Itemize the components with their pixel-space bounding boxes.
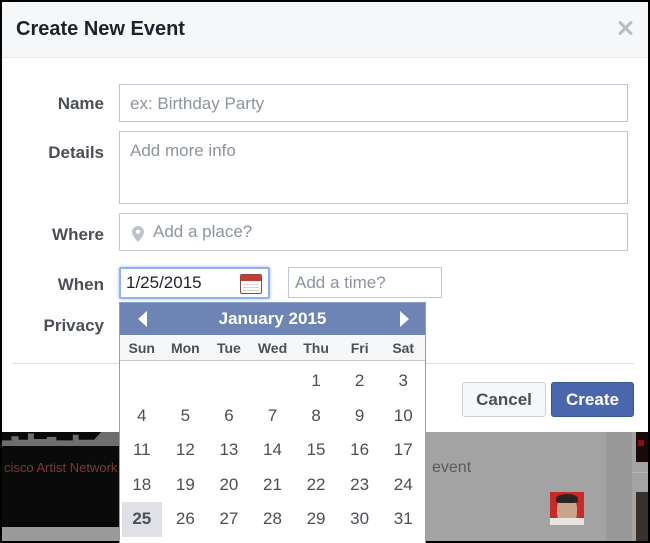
- calendar-days-grid: 1 2 3 4 5 6 7 8 9 10 11 12 13 14 15 16 17 18 19 20 21 22 23 24 2…: [120, 361, 425, 537]
- calendar-day[interactable]: 22: [296, 468, 336, 503]
- calendar-day[interactable]: 31: [383, 502, 423, 537]
- date-value: 1/25/2015: [126, 273, 202, 292]
- where-placeholder: Add a place?: [153, 222, 253, 241]
- calendar-day[interactable]: 6: [209, 399, 249, 434]
- calendar-day-selected[interactable]: 25: [122, 502, 162, 537]
- calendar-day[interactable]: 23: [340, 468, 380, 503]
- calendar-day[interactable]: 11: [122, 433, 162, 468]
- calendar-day[interactable]: 9: [340, 399, 380, 434]
- thumbnail-image: [636, 492, 648, 541]
- calendar-day[interactable]: 14: [253, 433, 293, 468]
- calendar-day[interactable]: 2: [340, 364, 380, 399]
- calendar-day[interactable]: 19: [166, 468, 206, 503]
- calendar-day[interactable]: 26: [166, 502, 206, 537]
- avatar: [550, 492, 584, 525]
- weekday-label: Sat: [392, 340, 415, 356]
- banner-text: cisco Artist Network: [4, 460, 118, 475]
- name-input[interactable]: ex: Birthday Party: [119, 84, 628, 122]
- calendar-day[interactable]: 30: [340, 502, 380, 537]
- time-placeholder: Add a time?: [295, 273, 386, 292]
- close-icon[interactable]: [616, 19, 634, 37]
- time-input[interactable]: Add a time?: [288, 267, 442, 298]
- when-label: When: [57, 275, 104, 294]
- calendar-empty-cell: [253, 364, 293, 399]
- name-placeholder: ex: Birthday Party: [130, 94, 265, 113]
- where-label: Where: [52, 225, 104, 244]
- calendar-day[interactable]: 18: [122, 468, 162, 503]
- calendar-day[interactable]: 8: [296, 399, 336, 434]
- group-banner-image: cisco Artist Network: [2, 432, 120, 527]
- weekday-label: Thu: [303, 340, 329, 356]
- where-input[interactable]: Add a place?: [119, 213, 628, 251]
- thumbnail-image: [636, 432, 648, 462]
- calendar-empty-cell: [166, 364, 206, 399]
- weekday-label: Tue: [216, 340, 241, 356]
- details-placeholder: Add more info: [130, 141, 236, 160]
- chevron-right-icon[interactable]: [400, 311, 409, 327]
- calendar-day[interactable]: 28: [253, 502, 293, 537]
- calendar-day[interactable]: 4: [122, 399, 162, 434]
- weekday-label: Wed: [257, 340, 288, 356]
- calendar-day[interactable]: 3: [383, 364, 423, 399]
- calendar-month-title: January 2015: [218, 309, 327, 328]
- details-textarea[interactable]: Add more info: [119, 131, 628, 204]
- calendar-day[interactable]: 16: [340, 433, 380, 468]
- weekday-header: Sun Mon Tue Wed Thu Fri Sat: [120, 335, 425, 361]
- cancel-button[interactable]: Cancel: [462, 382, 546, 417]
- dialog-title: Create New Event: [16, 18, 185, 40]
- map-pin-icon: [132, 226, 144, 242]
- weekday-label: Fri: [350, 340, 369, 356]
- date-picker: January 2015 Sun Mon Tue Wed Thu Fri Sat 12345…: [119, 302, 426, 543]
- calendar-day[interactable]: 12: [166, 433, 206, 468]
- calendar-empty-cell: [122, 364, 162, 399]
- create-button[interactable]: Create: [551, 382, 634, 417]
- calendar-day[interactable]: 1: [296, 364, 336, 399]
- calendar-day[interactable]: 27: [209, 502, 249, 537]
- privacy-label: Privacy: [43, 316, 105, 335]
- calendar-icon[interactable]: [240, 274, 262, 294]
- skyline-graphic: [2, 432, 120, 446]
- calendar-day[interactable]: 24: [383, 468, 423, 503]
- dialog-header: Create New Event: [2, 2, 648, 58]
- calendar-day[interactable]: 21: [253, 468, 293, 503]
- calendar-day[interactable]: 29: [296, 502, 336, 537]
- calendar-empty-cell: [209, 364, 249, 399]
- calendar-day[interactable]: 7: [253, 399, 293, 434]
- date-input[interactable]: 1/25/2015: [119, 267, 270, 299]
- calendar-day[interactable]: 10: [383, 399, 423, 434]
- calendar-day[interactable]: 15: [296, 433, 336, 468]
- calendar-header: January 2015: [120, 303, 425, 335]
- background-event-text: event: [432, 459, 472, 476]
- calendar-day[interactable]: 5: [166, 399, 206, 434]
- weekday-label: Sun: [128, 340, 155, 356]
- calendar-day[interactable]: 17: [383, 433, 423, 468]
- name-label: Name: [57, 94, 104, 113]
- details-label: Details: [48, 143, 104, 162]
- calendar-day[interactable]: 20: [209, 468, 249, 503]
- weekday-label: Mon: [170, 340, 200, 356]
- calendar-day[interactable]: 13: [209, 433, 249, 468]
